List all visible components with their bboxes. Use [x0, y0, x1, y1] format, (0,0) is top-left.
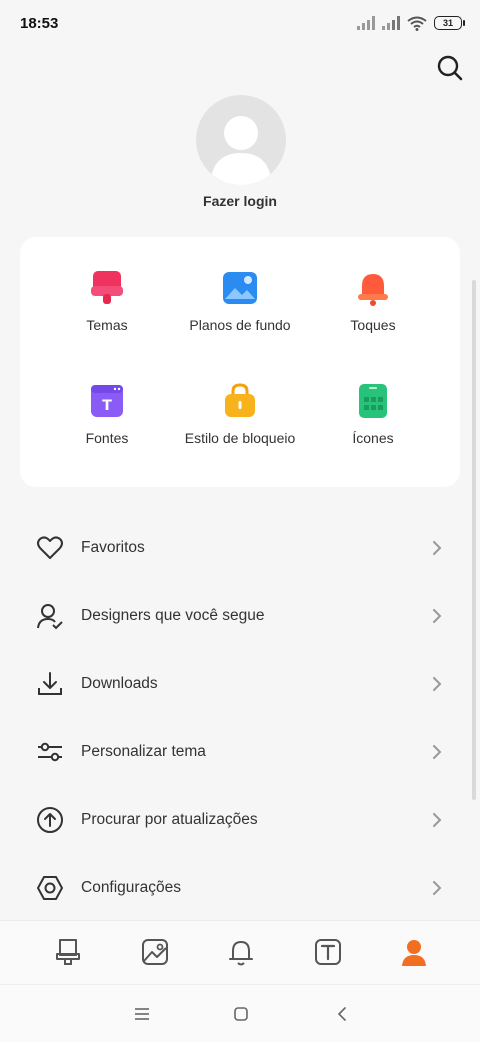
font-icon: T: [91, 385, 123, 417]
status-icons: 31: [357, 16, 465, 31]
font-tab-icon[interactable]: [313, 937, 343, 967]
svg-text:T: T: [102, 398, 112, 414]
category-label: Planos de fundo: [189, 317, 291, 333]
settings-icon: [37, 876, 63, 900]
user-check-icon: [37, 604, 63, 630]
chevron-right-icon: [433, 677, 442, 691]
bottom-tab-bar: [0, 920, 480, 984]
menu-item-label: Downloads: [81, 675, 158, 692]
menu-item-label: Configurações: [81, 879, 181, 896]
menu-item-designers[interactable]: Designers que você segue: [0, 582, 480, 650]
category-label: Ícones: [352, 430, 394, 446]
search-icon[interactable]: [436, 54, 464, 82]
category-label: Fontes: [85, 430, 129, 446]
profile-tab-icon[interactable]: [399, 937, 429, 967]
category-wallpapers[interactable]: Planos de fundo: [165, 269, 315, 333]
category-card: Temas Planos de fundo Toques T Fontes Es…: [20, 237, 460, 487]
chevron-right-icon: [433, 813, 442, 827]
menu-icon[interactable]: [133, 1005, 151, 1023]
chevron-right-icon: [433, 609, 442, 623]
category-label: Estilo de bloqueio: [184, 430, 296, 446]
menu-item-label: Favoritos: [81, 539, 145, 556]
category-themes[interactable]: Temas: [32, 269, 182, 333]
wifi-icon: [407, 16, 427, 31]
category-lock-style[interactable]: Estilo de bloqueio: [165, 382, 315, 446]
heart-icon: [37, 536, 63, 559]
category-label: Toques: [350, 317, 396, 333]
menu-item-check-updates[interactable]: Procurar por atualizações: [0, 786, 480, 854]
chevron-right-icon: [433, 541, 442, 555]
category-label: Temas: [86, 317, 128, 333]
system-nav-bar: [0, 984, 480, 1042]
themes-icon: [91, 271, 123, 304]
status-bar: 18:53 31: [0, 0, 480, 46]
signal-icon: [357, 16, 375, 30]
default-avatar-icon: [210, 116, 272, 185]
wallpaper-tab-icon[interactable]: [140, 937, 170, 967]
icons-grid-icon: [359, 384, 387, 418]
menu-item-label: Designers que você segue: [81, 607, 265, 624]
menu-item-label: Procurar por atualizações: [81, 811, 258, 828]
themes-tab-icon[interactable]: [53, 937, 83, 967]
scrollbar[interactable]: [472, 280, 476, 800]
back-icon[interactable]: [333, 1005, 351, 1023]
signal-icon-2: [382, 16, 400, 30]
category-icons[interactable]: Ícones: [298, 382, 448, 446]
status-time: 18:53: [20, 14, 59, 32]
home-icon[interactable]: [232, 1005, 250, 1023]
download-icon: [38, 672, 62, 695]
bell-icon: [358, 274, 388, 306]
category-fonts[interactable]: T Fontes: [32, 382, 182, 446]
avatar[interactable]: [196, 95, 286, 185]
category-ringtones[interactable]: Toques: [298, 269, 448, 333]
menu-item-favorites[interactable]: Favoritos: [0, 514, 480, 582]
menu-item-downloads[interactable]: Downloads: [0, 650, 480, 718]
battery-indicator: 31: [434, 16, 465, 30]
battery-level: 31: [442, 18, 453, 28]
login-label[interactable]: Fazer login: [0, 193, 480, 209]
menu-item-label: Personalizar tema: [81, 743, 206, 760]
lock-style-icon: [225, 383, 255, 417]
menu-item-settings[interactable]: Configurações: [0, 854, 480, 922]
arrow-up-circle-icon: [37, 807, 63, 833]
menu-item-customize-theme[interactable]: Personalizar tema: [0, 718, 480, 786]
chevron-right-icon: [433, 881, 442, 895]
chevron-right-icon: [433, 745, 442, 759]
ringtone-tab-icon[interactable]: [226, 937, 256, 967]
wallpaper-icon: [223, 272, 257, 304]
sliders-icon: [38, 742, 62, 762]
